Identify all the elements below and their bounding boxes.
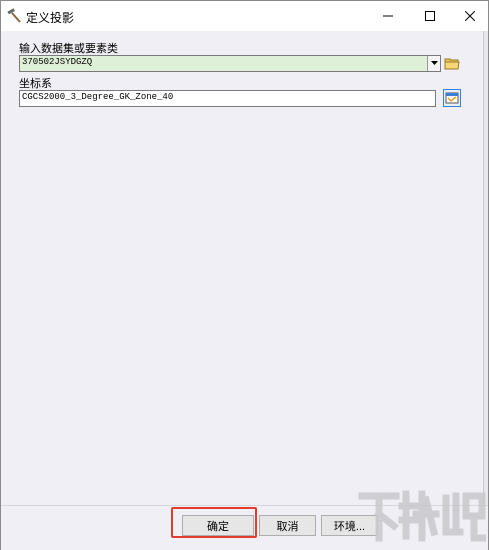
dialog-window: 定义投影 输入数据集或要素类 370502JSYDGZQ 坐标系 CGCS200… <box>0 0 489 550</box>
ok-button-highlight <box>171 507 257 538</box>
dialog-content: 输入数据集或要素类 370502JSYDGZQ 坐标系 CGCS2000_3_D… <box>9 31 483 505</box>
title-bar[interactable]: 定义投影 <box>1 1 488 31</box>
chevron-down-icon[interactable] <box>427 56 440 71</box>
coord-system-value: CGCS2000_3_Degree_GK_Zone_40 <box>22 92 174 102</box>
scroll-divider <box>483 31 488 511</box>
input-dataset-value: 370502JSYDGZQ <box>22 57 93 67</box>
spatial-reference-icon <box>445 92 459 104</box>
browse-folder-button[interactable] <box>443 54 461 72</box>
watermark-logo <box>358 490 486 542</box>
close-button[interactable] <box>452 1 488 31</box>
maximize-button[interactable] <box>412 1 448 31</box>
input-dataset-combobox[interactable]: 370502JSYDGZQ <box>19 55 441 72</box>
coord-system-label: 坐标系 <box>19 78 52 90</box>
hammer-icon <box>7 8 23 24</box>
input-dataset-label: 输入数据集或要素类 <box>19 43 118 55</box>
folder-icon <box>444 58 460 70</box>
coord-properties-button[interactable] <box>443 89 461 107</box>
window-title: 定义投影 <box>26 11 75 25</box>
coord-system-field[interactable]: CGCS2000_3_Degree_GK_Zone_40 <box>19 90 436 107</box>
minimize-button[interactable] <box>370 1 406 31</box>
cancel-button[interactable]: 取消 <box>259 515 316 536</box>
